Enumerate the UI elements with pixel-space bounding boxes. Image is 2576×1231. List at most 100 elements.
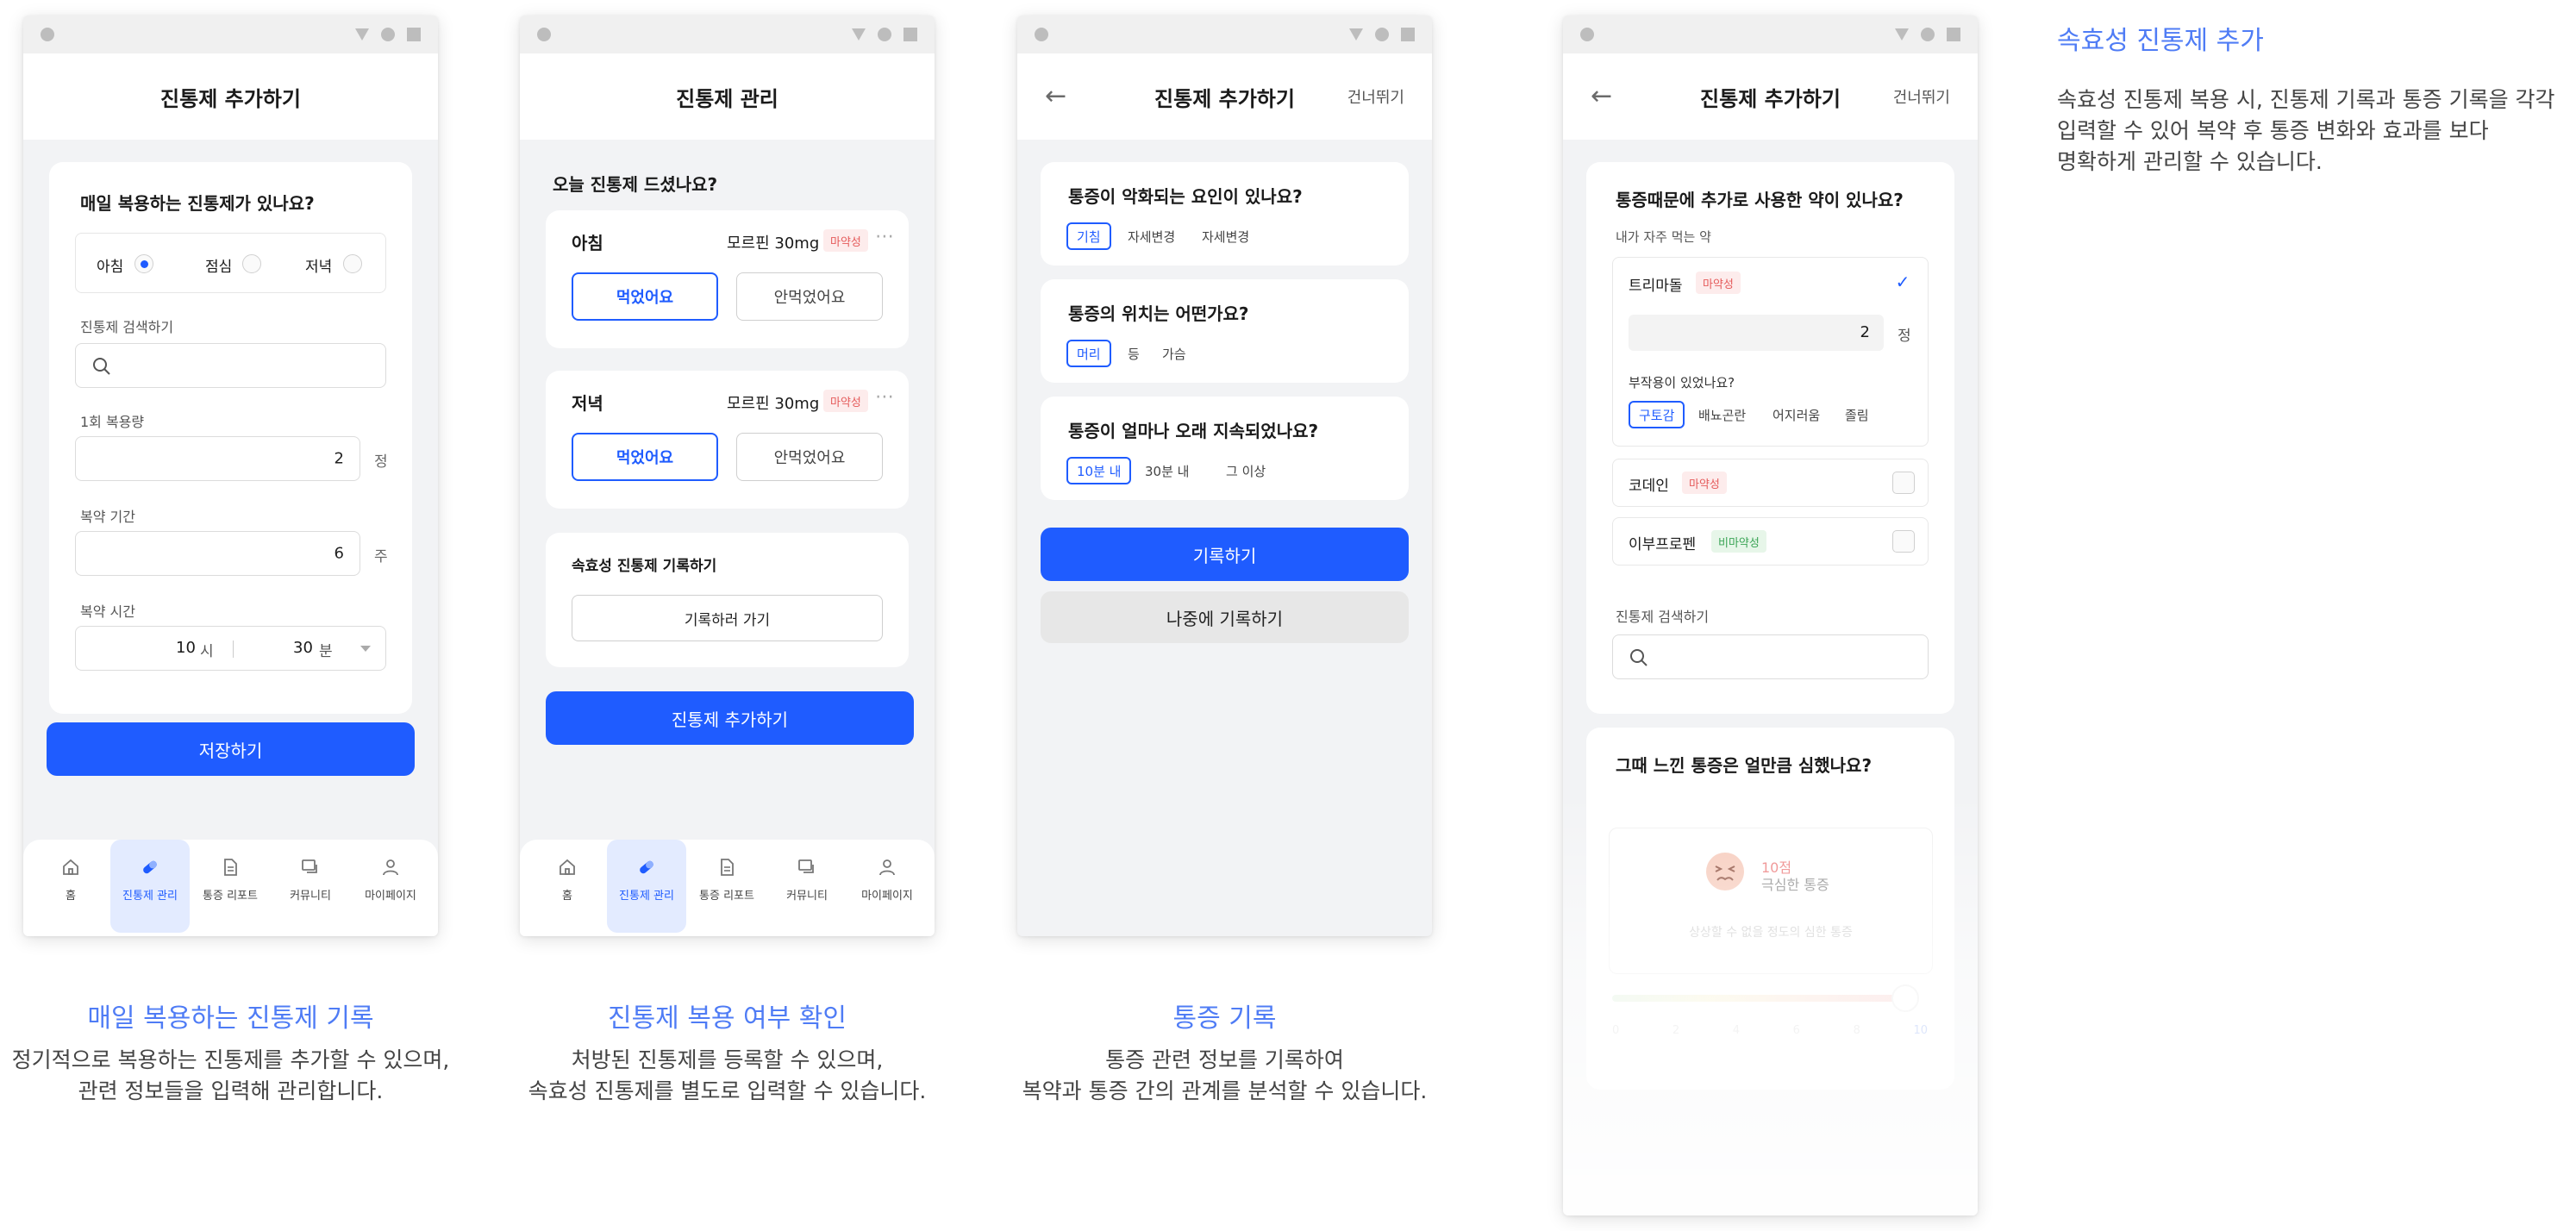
save-button[interactable]: 저장하기: [47, 722, 415, 776]
pain-name: 극심한 통증: [1761, 877, 1829, 893]
evening-card: 저녁 모르핀 30mg 마약성 ⋯ 먹었어요 안먹었어요: [546, 371, 909, 509]
camera-icon: [1580, 28, 1594, 41]
camera-icon: [1035, 28, 1048, 41]
signal-icon: [878, 28, 891, 41]
radio-lunch[interactable]: [242, 254, 261, 273]
tab-label-painkiller: 진통제 관리: [122, 890, 178, 903]
pain-level-card: 그때 느낀 통증은 얼만큼 심했나요? 10점 극심한 통증 상상할 수 없을 …: [1586, 728, 1954, 1090]
period-unit: 주: [374, 548, 388, 566]
chip-chest[interactable]: 가슴: [1153, 340, 1196, 367]
more-icon[interactable]: ⋯: [875, 386, 895, 408]
radio-label-evening: 저녁: [305, 259, 333, 276]
taken-button[interactable]: 먹었어요: [572, 272, 718, 321]
battery-icon: [1947, 28, 1960, 41]
back-arrow-icon[interactable]: ←: [1045, 84, 1066, 109]
q3-title: 통증이 얼마나 오래 지속되었나요?: [1068, 421, 1319, 441]
dose-input[interactable]: 2: [75, 436, 360, 481]
chip-urinary[interactable]: 배뇨곤란: [1689, 401, 1756, 428]
tab-home[interactable]: 홈: [528, 840, 607, 933]
go-record-button[interactable]: 기록하러 가기: [572, 595, 883, 641]
tab-community[interactable]: 커뮤니티: [271, 840, 350, 933]
check-icon[interactable]: ✓: [1891, 270, 1915, 294]
tab-label-mypage: 마이페이지: [365, 890, 416, 903]
tab-home[interactable]: 홈: [31, 840, 110, 933]
chip-30min[interactable]: 30분 내: [1135, 457, 1199, 484]
pain-slider-thumb[interactable]: [1891, 984, 1919, 1012]
wifi-icon: [355, 28, 369, 41]
search-icon: [93, 358, 110, 375]
search-label: 진통제 검색하기: [80, 319, 174, 335]
not-taken-button[interactable]: 안먹었어요: [736, 433, 883, 481]
chip-nausea[interactable]: 구토감: [1629, 401, 1685, 428]
skip-button[interactable]: 건너뛰기: [1893, 85, 1950, 108]
search-input[interactable]: [75, 343, 386, 388]
chip-10min[interactable]: 10분 내: [1066, 457, 1132, 484]
chip-posture[interactable]: 자세변경: [1118, 222, 1185, 250]
record-later-button[interactable]: 나중에 기록하기: [1041, 591, 1409, 643]
caption-title-2: 진통제 복용 여부 확인: [607, 1003, 847, 1034]
daily-drug-card: 매일 복용하는 진통제가 있나요? 아침 점심 저녁 진통제 검색하기 1회 복…: [49, 162, 412, 714]
tab-mypage[interactable]: 마이페이지: [847, 840, 927, 933]
more-icon[interactable]: ⋯: [875, 226, 895, 247]
page-title: 진통제 추가하기: [1700, 86, 1841, 111]
add-painkiller-button[interactable]: 진통제 추가하기: [546, 691, 914, 745]
search-input[interactable]: [1612, 634, 1929, 679]
record-button[interactable]: 기록하기: [1041, 528, 1409, 581]
pain-slider-track[interactable]: [1612, 995, 1905, 1002]
tab-label-home: 홈: [562, 890, 572, 903]
tab-painkiller[interactable]: 진통제 관리: [607, 840, 686, 933]
qty-value: 2: [1860, 323, 1870, 341]
hour-unit: 시: [200, 643, 214, 660]
tab-report[interactable]: 통증 리포트: [687, 840, 766, 933]
page-title: 진통제 추가하기: [1154, 86, 1295, 111]
pain-description: 상상할 수 없을 정도의 심한 통증: [1689, 926, 1853, 940]
narcotic-tag: 마약성: [823, 390, 868, 412]
period-input[interactable]: 6: [75, 531, 360, 576]
signal-icon: [381, 28, 395, 41]
taken-button[interactable]: 먹었어요: [572, 433, 718, 481]
back-arrow-icon[interactable]: ←: [1591, 84, 1612, 109]
pain-question: 그때 느낀 통증은 얼만큼 심했나요?: [1616, 755, 1873, 776]
signal-icon: [1921, 28, 1935, 41]
tab-report[interactable]: 통증 리포트: [191, 840, 270, 933]
checkbox[interactable]: [1892, 472, 1915, 494]
skip-button[interactable]: 건너뛰기: [1347, 85, 1404, 108]
home-icon: [560, 859, 575, 875]
battery-icon: [1401, 28, 1415, 41]
qty-input[interactable]: 2: [1629, 315, 1884, 351]
morning-card: 아침 모르핀 30mg 마약성 ⋯ 먹었어요 안먹었어요: [546, 210, 909, 348]
tab-community[interactable]: 커뮤니티: [767, 840, 847, 933]
phone-screen-pain-record: ← 진통제 추가하기 건너뛰기 통증이 악화되는 요인이 있나요? 기침 자세변…: [1017, 16, 1432, 936]
tab-painkiller[interactable]: 진통제 관리: [110, 840, 190, 933]
tab-mypage[interactable]: 마이페이지: [351, 840, 430, 933]
chip-back[interactable]: 등: [1118, 340, 1149, 367]
dose-unit: 정: [374, 453, 388, 471]
chip-dizzy[interactable]: 어지러움: [1763, 401, 1830, 428]
period-value: 6: [334, 544, 344, 563]
chip-more[interactable]: 그 이상: [1216, 457, 1276, 484]
radio-evening[interactable]: [343, 254, 362, 273]
camera-icon: [41, 28, 54, 41]
time-picker[interactable]: 10 시 30 분: [75, 626, 386, 671]
chip-cough[interactable]: 기침: [1066, 222, 1111, 250]
checkbox[interactable]: [1892, 530, 1915, 553]
battery-icon: [407, 28, 421, 41]
time-radio-group: 아침 점심 저녁: [75, 233, 386, 293]
chip-posture-2[interactable]: 자세변경: [1192, 222, 1260, 250]
tab-bar: 홈 진통제 관리 통증 리포트 커뮤니티 마이페이지: [23, 840, 438, 936]
caption-title-4: 속효성 진통제 추가: [2057, 26, 2264, 56]
chip-head[interactable]: 머리: [1066, 340, 1111, 367]
fast-acting-card: 속효성 진통제 기록하기 기록하러 가기: [546, 533, 909, 667]
drug-name: 이부프로펜: [1629, 536, 1697, 553]
narcotic-tag: 마약성: [1696, 272, 1741, 294]
period-label: 복약 기간: [80, 509, 135, 525]
minute-unit: 분: [319, 643, 333, 660]
radio-morning[interactable]: [134, 254, 153, 273]
chip-sleepy[interactable]: 졸림: [1835, 401, 1879, 428]
evening-drug: 모르핀 30mg: [727, 395, 820, 413]
dose-value: 2: [334, 449, 344, 468]
pain-display: 10점 극심한 통증 상상할 수 없을 정도의 심한 통증: [1609, 828, 1933, 974]
not-taken-button[interactable]: 안먹었어요: [736, 272, 883, 321]
app-bar: ← 진통제 추가하기 건너뛰기: [1017, 53, 1432, 140]
q1-title: 통증이 악화되는 요인이 있나요?: [1068, 186, 1303, 207]
